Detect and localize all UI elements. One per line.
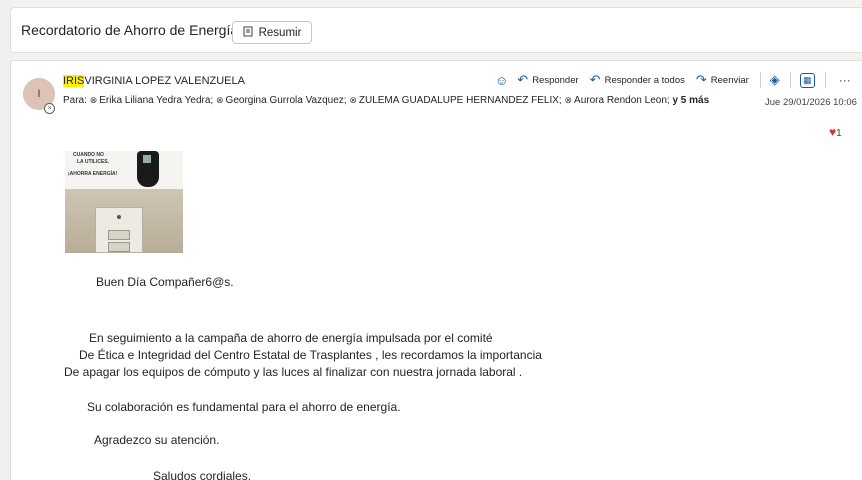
reaction-count: 1 [836,128,842,139]
recipient-icon: ⊗ [349,95,357,105]
recipients-line: Para: ⊗ Erika Liliana Yedra Yedra; ⊗ Georg… [63,95,709,106]
reply-all-button[interactable]: ↶ Responder a todos [590,72,685,88]
divider [789,72,791,88]
reply-button[interactable]: ↶ Responder [517,72,578,88]
loop-icon[interactable]: ◈ [770,72,780,88]
sign-text: CUANDO NO [73,152,104,158]
forward-button[interactable]: ↷ Reenviar [696,72,749,88]
divider [759,72,761,88]
body-line: De Ética e Integridad del Centro Estatal… [79,348,542,362]
apps-icon[interactable]: ▦ [799,72,815,88]
sender-name[interactable]: IRISVIRGINIA LOPEZ VALENZUELA [63,75,245,87]
switch-screw [117,215,121,219]
recipient-icon: ⊗ [564,95,573,105]
emoji-icon[interactable]: ☺ [495,73,508,88]
sender-highlight: IRIS [63,75,85,87]
recipient-icon: ⊗ [216,95,224,105]
message-card: I × IRISVIRGINIA LOPEZ VALENZUELA Para: … [10,60,862,480]
switch-toggle [108,230,130,240]
recipient[interactable]: ⊗ ZULEMA GUADALUPE HERNANDEZ FELIX; [349,95,561,106]
divider [824,72,826,88]
greeting: Buen Día Compañer6@s. [96,275,234,289]
reaction-badge[interactable]: ♥1 [829,125,842,139]
switch-toggle [108,242,130,252]
presence-icon: × [44,103,55,114]
body-line: En seguimiento a la campaña de ahorro de… [89,331,493,345]
light-icon [143,155,151,163]
to-label: Para: [63,95,87,106]
message-date: Jue 29/01/2026 10:06 [765,97,857,108]
reply-icon: ↶ [517,72,529,87]
email-subject: Recordatorio de Ahorro de Energía [21,22,239,38]
recipient[interactable]: ⊗ Aurora Rendon Leon; [564,95,669,106]
attached-image[interactable]: CUANDO NO LA UTILICES. ¡AHORRA ENERGÍA! [65,151,183,253]
more-options-icon[interactable]: ··· [839,73,851,87]
sign-poster: CUANDO NO LA UTILICES. ¡AHORRA ENERGÍA! [65,151,183,189]
recipient[interactable]: ⊗ Erika Liliana Yedra Yedra; [90,95,214,106]
body-line: Su colaboración es fundamental para el a… [87,400,401,414]
more-recipients-link[interactable]: y 5 más [672,95,709,106]
closing: Saludos cordiales. [153,469,252,480]
recipient-icon: ⊗ [89,95,98,105]
summary-icon [243,26,254,40]
recipient[interactable]: ⊗ Georgina Gurrola Vazquez; [216,95,347,106]
summarize-button[interactable]: Resumir [232,21,312,44]
sign-text: LA UTILICES. [77,159,110,165]
light-switch [95,207,143,253]
sender-rest: VIRGINIA LOPEZ VALENZUELA [84,75,245,87]
subject-bar: Recordatorio de Ahorro de Energía Resumi… [10,7,862,53]
forward-icon: ↷ [695,72,707,87]
body-line: De apagar los equipos de cómputo y las l… [64,365,523,379]
reply-all-icon: ↶ [589,72,601,87]
sign-text: ¡AHORRA ENERGÍA! [68,171,118,177]
message-actions: ☺ ↶ Responder ↶ Responder a todos ↷ Reenvia… [495,72,851,88]
body-line: Agradezco su atención. [94,433,220,447]
summarize-label: Resumir [258,26,302,39]
